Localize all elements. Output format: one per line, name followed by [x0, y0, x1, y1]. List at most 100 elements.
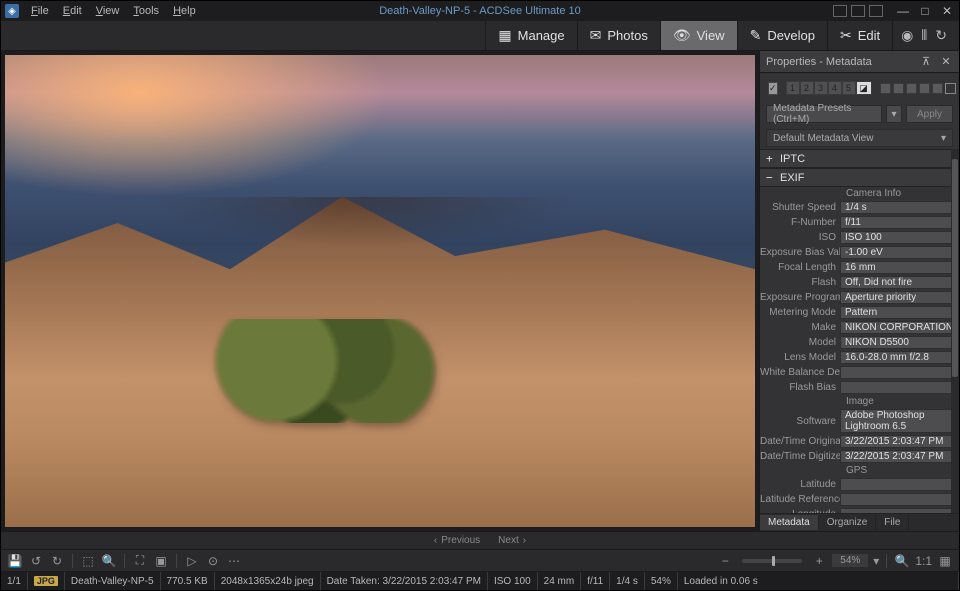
rating-4[interactable]: 4: [828, 81, 842, 95]
section-exif[interactable]: −EXIF: [760, 169, 959, 187]
zoom-actual[interactable]: 1:1: [915, 554, 932, 568]
val-lon[interactable]: [840, 508, 953, 513]
val-shutter[interactable]: 1/4 s: [840, 201, 953, 214]
minimize-icon[interactable]: —: [895, 4, 911, 18]
tab-develop[interactable]: ✎Develop: [737, 21, 827, 50]
val-dtdig[interactable]: 3/22/2015 2:03:47 PM: [840, 450, 953, 463]
pin-icon[interactable]: ⊼: [919, 55, 933, 68]
val-lens[interactable]: 16.0-28.0 mm f/2.8: [840, 351, 953, 364]
tab-manage[interactable]: ▦Manage: [485, 21, 576, 50]
close-icon[interactable]: ✕: [939, 4, 955, 18]
lbl-focal: Focal Length: [760, 262, 840, 273]
layout-icon[interactable]: [833, 5, 847, 17]
rating-2[interactable]: 2: [800, 81, 814, 95]
autoplay-icon[interactable]: ⊙: [205, 554, 221, 568]
val-focal[interactable]: 16 mm: [840, 261, 953, 274]
save-icon[interactable]: 💾: [7, 554, 23, 568]
tab-edit[interactable]: ✂Edit: [827, 21, 892, 50]
color-label[interactable]: [906, 83, 917, 94]
histogram-icon[interactable]: ⫴: [921, 27, 927, 44]
lbl-expbias: Exposure Bias Value: [760, 247, 840, 258]
val-flashbias[interactable]: [840, 381, 953, 394]
val-dtorig[interactable]: 3/22/2015 2:03:47 PM: [840, 435, 953, 448]
photo-display: [5, 55, 755, 527]
grid-icon: ▦: [498, 27, 511, 44]
tab-view[interactable]: 👁View: [660, 21, 737, 50]
rating-5[interactable]: 5: [842, 81, 856, 95]
layout-icon[interactable]: [851, 5, 865, 17]
rating-clear-icon[interactable]: ◪: [856, 81, 872, 95]
menu-help[interactable]: Help: [167, 3, 202, 19]
val-model[interactable]: NIKON D5500: [840, 336, 953, 349]
color-label[interactable]: [919, 83, 930, 94]
color-label[interactable]: [880, 83, 891, 94]
zoom-icon[interactable]: 🔍: [101, 554, 117, 568]
scrollbar[interactable]: [951, 149, 959, 513]
select-icon[interactable]: ⬚: [80, 554, 96, 568]
prev-button[interactable]: ‹ Previous: [434, 535, 480, 546]
lbl-lens: Lens Model: [760, 352, 840, 363]
val-latref[interactable]: [840, 493, 953, 506]
threesixty-icon[interactable]: ◉: [901, 27, 913, 44]
tab-metadata[interactable]: Metadata: [760, 515, 819, 530]
grid-icon[interactable]: ▦: [937, 554, 953, 568]
menu-tools[interactable]: Tools: [127, 3, 165, 19]
scrollbar-thumb[interactable]: [952, 159, 958, 377]
fit-icon[interactable]: ▣: [153, 554, 169, 568]
val-make[interactable]: NIKON CORPORATION: [840, 321, 953, 334]
val-lat[interactable]: [840, 478, 953, 491]
val-wb[interactable]: [840, 366, 953, 379]
close-panel-icon[interactable]: ✕: [939, 55, 953, 68]
title-bar: ◈ FFileile Edit View Tools Help Death-Va…: [1, 1, 959, 21]
metadata-view-combo[interactable]: Default Metadata View▾: [766, 129, 953, 147]
status-format: JPG: [28, 572, 65, 590]
rating-3[interactable]: 3: [814, 81, 828, 95]
lbl-make: Make: [760, 322, 840, 333]
preset-dropdown-icon[interactable]: ▾: [886, 105, 902, 123]
section-iptc[interactable]: +IPTC: [760, 150, 959, 168]
menu-bar: FFileile Edit View Tools Help: [25, 3, 202, 19]
bottom-toolbar: 💾 ↺ ↻ ⬚ 🔍 ⛶ ▣ ▷ ⊙ ⋯ − + 54% ▾ 🔍 1:1 ▦: [1, 549, 959, 571]
zoom-dropdown-icon[interactable]: ▾: [873, 554, 879, 568]
tag-checkbox[interactable]: ✓: [768, 82, 778, 95]
more-icon[interactable]: ⋯: [226, 554, 242, 568]
rotate-cw-icon[interactable]: ↻: [49, 554, 65, 568]
apply-button[interactable]: Apply: [906, 105, 953, 123]
zoom-slider[interactable]: [742, 559, 802, 563]
play-icon[interactable]: ▷: [184, 554, 200, 568]
status-filesize: 770.5 KB: [161, 572, 215, 590]
next-button[interactable]: Next ›: [498, 535, 526, 546]
val-software[interactable]: Adobe Photoshop Lightroom 6.5 (Windows): [840, 409, 953, 433]
val-fnumber[interactable]: f/11: [840, 216, 953, 229]
menu-file[interactable]: FFileile: [25, 3, 55, 19]
sync-icon[interactable]: ↻: [935, 27, 947, 44]
menu-view[interactable]: View: [90, 3, 126, 19]
layout-icon[interactable]: [869, 5, 883, 17]
zoom-out-icon[interactable]: −: [717, 554, 733, 568]
menu-edit[interactable]: Edit: [57, 3, 88, 19]
color-label[interactable]: [932, 83, 943, 94]
rotate-ccw-icon[interactable]: ↺: [28, 554, 44, 568]
image-viewport[interactable]: [1, 51, 759, 531]
val-iso[interactable]: ISO 100: [840, 231, 953, 244]
tab-organize[interactable]: Organize: [819, 515, 877, 530]
tab-photos[interactable]: ✉Photos: [577, 21, 660, 50]
color-label-none[interactable]: [945, 83, 956, 94]
color-label[interactable]: [893, 83, 904, 94]
fullscreen-icon[interactable]: ⛶: [132, 553, 148, 568]
panel-bottom-tabs: Metadata Organize File: [760, 513, 959, 531]
val-flash[interactable]: Off, Did not fire: [840, 276, 953, 289]
val-expbias[interactable]: -1.00 eV: [840, 246, 953, 259]
tab-file[interactable]: File: [876, 515, 909, 530]
zoom-fit-icon[interactable]: 🔍: [894, 554, 910, 568]
val-metering[interactable]: Pattern: [840, 306, 953, 319]
val-expprog[interactable]: Aperture priority: [840, 291, 953, 304]
expand-icon: +: [766, 152, 776, 165]
maximize-icon[interactable]: □: [917, 4, 933, 18]
zoom-in-icon[interactable]: +: [811, 554, 827, 568]
lbl-metering: Metering Mode: [760, 307, 840, 318]
properties-panel: Properties - Metadata ⊼ ✕ ✓ 1 2 3 4 5 ◪: [759, 51, 959, 531]
metadata-preset-combo[interactable]: Metadata Presets (Ctrl+M): [766, 105, 882, 123]
zoom-percent[interactable]: 54%: [832, 554, 868, 567]
rating-1[interactable]: 1: [786, 81, 800, 95]
